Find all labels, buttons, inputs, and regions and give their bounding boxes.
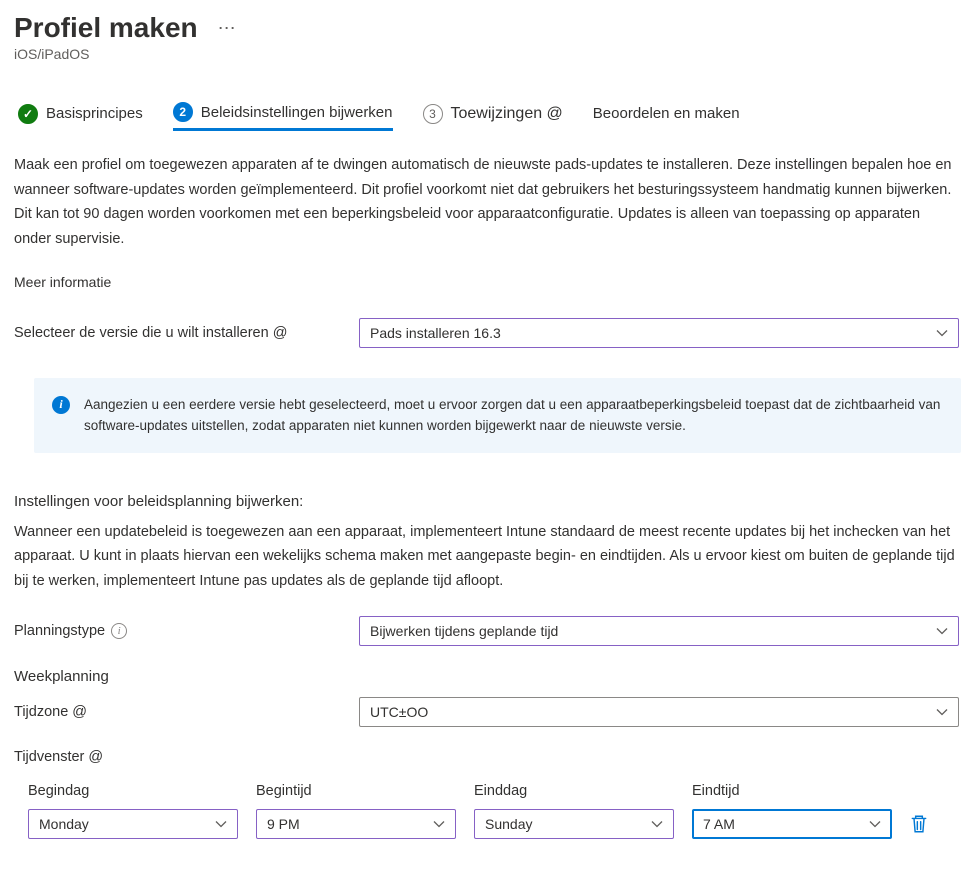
end-day-value: Sunday [485,816,532,832]
info-icon[interactable]: i [111,623,127,639]
timezone-label: Tijdzone @ [14,704,359,720]
start-time-select[interactable]: 9 PM [256,809,456,839]
step-label: Beoordelen en maken [593,105,740,122]
start-day-select[interactable]: Monday [28,809,238,839]
chevron-down-icon [869,818,881,830]
step-label: Toewijzingen @ [451,105,563,123]
col-end-day: Einddag [474,783,674,799]
schedule-body: Wanneer een updatebeleid is toegewezen a… [14,520,961,594]
version-select-value: Pads installeren 16.3 [370,325,501,341]
info-callout: i Aangezien u een eerdere versie hebt ge… [34,378,961,453]
schedule-type-value: Bijwerken tijdens geplande tijd [370,623,558,639]
info-icon: i [52,396,70,414]
page-title: Profiel maken [14,12,198,44]
step-number-icon: 3 [423,104,443,124]
schedule-type-select[interactable]: Bijwerken tijdens geplande tijd [359,616,959,646]
timezone-value: UTC±OO [370,704,428,720]
wizard-steps: ✓ Basisprincipes 2 Beleidsinstellingen b… [14,102,961,131]
step-review-create[interactable]: Beoordelen en maken [593,105,740,128]
chevron-down-icon [651,818,663,830]
step-assignments[interactable]: 3 Toewijzingen @ [423,104,563,130]
end-time-select[interactable]: 7 AM [692,809,892,839]
step-label: Basisprincipes [46,105,143,122]
chevron-down-icon [936,327,948,339]
more-options-icon[interactable]: ⋯ [218,18,238,39]
step-basics[interactable]: ✓ Basisprincipes [18,104,143,130]
chevron-down-icon [936,625,948,637]
col-end-time: Eindtijd [692,783,892,799]
schedule-type-label: Planningstype i [14,623,359,639]
chevron-down-icon [215,818,227,830]
start-day-value: Monday [39,816,89,832]
table-row: Monday 9 PM Sunday 7 AM [28,809,961,839]
step-label: Beleidsinstellingen bijwerken [201,104,393,121]
chevron-down-icon [433,818,445,830]
end-time-value: 7 AM [703,816,735,832]
schedule-type-label-text: Planningstype [14,623,105,639]
timezone-select[interactable]: UTC±OO [359,697,959,727]
version-select[interactable]: Pads installeren 16.3 [359,318,959,348]
info-callout-text: Aangezien u een eerdere versie hebt gese… [84,394,943,437]
col-start-time: Begintijd [256,783,456,799]
schedule-heading: Instellingen voor beleidsplanning bijwer… [14,493,961,510]
version-label: Selecteer de versie die u wilt installer… [14,325,359,341]
page-subtitle: iOS/iPadOS [14,46,961,62]
version-label-text: Selecteer de versie die u wilt installer… [14,325,287,341]
time-window-table: Begindag Begintijd Einddag Eindtijd Mond… [14,783,961,839]
more-info-link[interactable]: Meer informatie [14,274,961,290]
timewindow-label: Tijdvenster @ [14,749,961,765]
check-icon: ✓ [18,104,38,124]
start-time-value: 9 PM [267,816,300,832]
col-start-day: Begindag [28,783,238,799]
end-day-select[interactable]: Sunday [474,809,674,839]
step-update-settings[interactable]: 2 Beleidsinstellingen bijwerken [173,102,393,131]
delete-icon[interactable] [910,814,928,834]
chevron-down-icon [936,706,948,718]
intro-text: Maak een profiel om toegewezen apparaten… [14,153,961,252]
step-number-icon: 2 [173,102,193,122]
timezone-label-text: Tijdzone @ [14,704,87,720]
weekly-heading: Weekplanning [14,668,961,685]
